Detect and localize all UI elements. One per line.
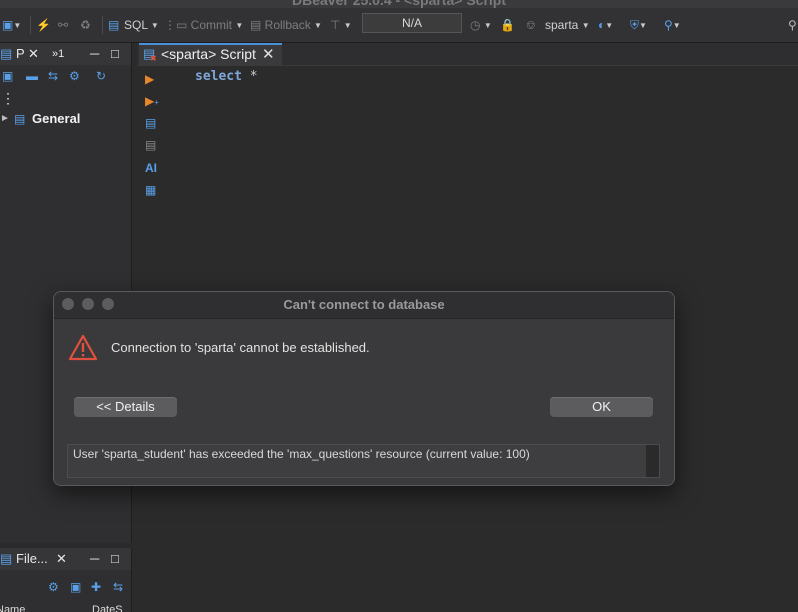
link-editor-icon[interactable]: ⇆ bbox=[48, 69, 58, 83]
dialog-title: Can't connect to database bbox=[283, 297, 445, 312]
dialog-titlebar: Can't connect to database bbox=[54, 292, 674, 319]
execute-script-icon[interactable]: ▤ bbox=[145, 116, 156, 130]
projects-panel-icon: ▤ bbox=[0, 46, 13, 61]
commit-label: Commit bbox=[190, 18, 233, 32]
column-date[interactable]: DateS bbox=[92, 604, 123, 612]
tools-icon[interactable]: ⛨▼ bbox=[630, 17, 647, 33]
gear-icon[interactable]: ⚙ bbox=[69, 69, 80, 83]
files-panel-icon: ▤ bbox=[0, 551, 13, 566]
global-search-icon[interactable]: ⚲ bbox=[788, 17, 797, 33]
warning-icon bbox=[68, 334, 98, 361]
active-connection-select[interactable]: sparta ▼ bbox=[545, 17, 590, 33]
tab-label: <sparta> Script bbox=[161, 46, 256, 62]
files-panel: ▤ File... ✕ ─ □ ⚙ ▣ ✚ ⇆ Name DateS bbox=[0, 548, 132, 612]
file-table-header: Name DateS bbox=[0, 604, 131, 612]
details-textarea[interactable]: User 'sparta_student' has exceeded the '… bbox=[67, 444, 660, 478]
error-message: Connection to 'sparta' cannot be establi… bbox=[111, 340, 370, 355]
window-titlebar: DBeaver 25.0.4 - <sparta> Script bbox=[0, 0, 798, 8]
schema-icon[interactable]: ⎊ bbox=[526, 17, 536, 33]
error-dialog: Can't connect to database Connection to … bbox=[53, 291, 675, 486]
maximize-icon[interactable]: □ bbox=[111, 548, 119, 570]
code-text: * bbox=[241, 69, 258, 84]
gear-icon[interactable]: ⚙ bbox=[48, 580, 59, 594]
toolbar-separator bbox=[102, 16, 103, 34]
explain-plan-icon[interactable]: ▤ bbox=[145, 138, 156, 152]
new-connection-icon[interactable]: ▣▼ bbox=[2, 17, 21, 33]
execute-in-new-tab-icon[interactable]: ▶+ bbox=[145, 94, 159, 110]
add-project-icon[interactable]: ▣ bbox=[2, 69, 13, 83]
disconnect-icon[interactable]: ⚯ bbox=[58, 17, 68, 33]
commit-button[interactable]: ⋮▭ Commit ▼ bbox=[164, 17, 243, 33]
projects-tab-row: ▤ P ✕ »1 ─ □ bbox=[0, 43, 131, 65]
rollback-label: Rollback bbox=[264, 18, 311, 32]
collapse-all-icon[interactable]: ▬ bbox=[26, 69, 38, 83]
tab-sparta-script[interactable]: ▤ ✖ <sparta> Script ✕ bbox=[139, 43, 282, 65]
refresh-icon[interactable]: ↻ bbox=[96, 69, 106, 83]
sql-editor-icon[interactable]: ▤ bbox=[108, 17, 119, 33]
maximize-icon[interactable]: □ bbox=[111, 43, 119, 65]
error-badge-icon: ✖ bbox=[150, 54, 157, 63]
tree-item-general[interactable]: ► ▤ General bbox=[0, 110, 131, 128]
details-text: User 'sparta_student' has exceeded the '… bbox=[73, 447, 530, 461]
chevron-right-icon[interactable]: ► bbox=[0, 112, 10, 126]
sql-button[interactable]: SQL ▼ bbox=[124, 17, 159, 33]
transaction-log-icon[interactable]: ◷ ▼ bbox=[470, 17, 492, 33]
tab-projects-close-icon[interactable]: ✕ bbox=[28, 43, 39, 65]
sql-label: SQL bbox=[124, 18, 148, 32]
more-options-icon[interactable]: ⋮ bbox=[1, 91, 15, 105]
dashboard-icon[interactable]: ◐▼ bbox=[598, 17, 613, 33]
code-keyword: select bbox=[195, 69, 242, 84]
connection-label: sparta bbox=[545, 18, 579, 32]
tab-overflow[interactable]: »1 bbox=[52, 43, 64, 65]
transaction-mode-field[interactable]: N/A bbox=[362, 13, 462, 33]
add-file-icon[interactable]: ▣ bbox=[70, 580, 81, 594]
invalidate-icon[interactable]: ♻ bbox=[80, 17, 91, 33]
plug-connect-icon[interactable]: ⚡ bbox=[36, 17, 51, 33]
files-tab-row: ▤ File... ✕ ─ □ bbox=[0, 548, 131, 570]
details-scrollbar[interactable] bbox=[646, 445, 659, 477]
tab-projects[interactable]: P bbox=[16, 43, 25, 65]
close-tab-icon[interactable]: ✕ bbox=[262, 45, 275, 63]
main-toolbar: ▣▼ ⚡ ⚯ ♻ ▤ SQL ▼ ⋮▭ Commit ▼ ▤ Rollback … bbox=[0, 8, 798, 43]
toolbar-separator bbox=[30, 16, 31, 34]
details-button[interactable]: << Details bbox=[74, 397, 177, 417]
tree-item-label: General bbox=[32, 111, 81, 126]
minimize-icon[interactable]: ─ bbox=[90, 548, 99, 570]
minimize-icon[interactable]: ─ bbox=[90, 43, 99, 65]
tab-files[interactable]: File... bbox=[16, 548, 48, 570]
link-icon[interactable]: ⇆ bbox=[113, 580, 123, 594]
search-icon[interactable]: ⚲▼ bbox=[664, 17, 681, 33]
column-name[interactable]: Name bbox=[0, 604, 25, 612]
lock-icon[interactable]: 🔒 bbox=[500, 17, 515, 33]
add-icon[interactable]: ✚ bbox=[91, 580, 101, 594]
terminal-icon[interactable]: ▦ bbox=[145, 183, 156, 197]
project-folder-icon: ▤ bbox=[14, 112, 26, 126]
code-line[interactable]: select * bbox=[195, 69, 258, 84]
ok-button[interactable]: OK bbox=[550, 397, 653, 417]
execute-statement-icon[interactable]: ▶ bbox=[145, 72, 154, 86]
rollback-button[interactable]: ▤ Rollback ▼ bbox=[250, 17, 322, 33]
window-title: DBeaver 25.0.4 - <sparta> Script bbox=[291, 0, 506, 8]
tab-files-close-icon[interactable]: ✕ bbox=[56, 548, 67, 570]
transaction-mode-icon[interactable]: ⊤ ▼ bbox=[330, 17, 352, 33]
ai-assist-button[interactable]: AI bbox=[145, 161, 157, 175]
